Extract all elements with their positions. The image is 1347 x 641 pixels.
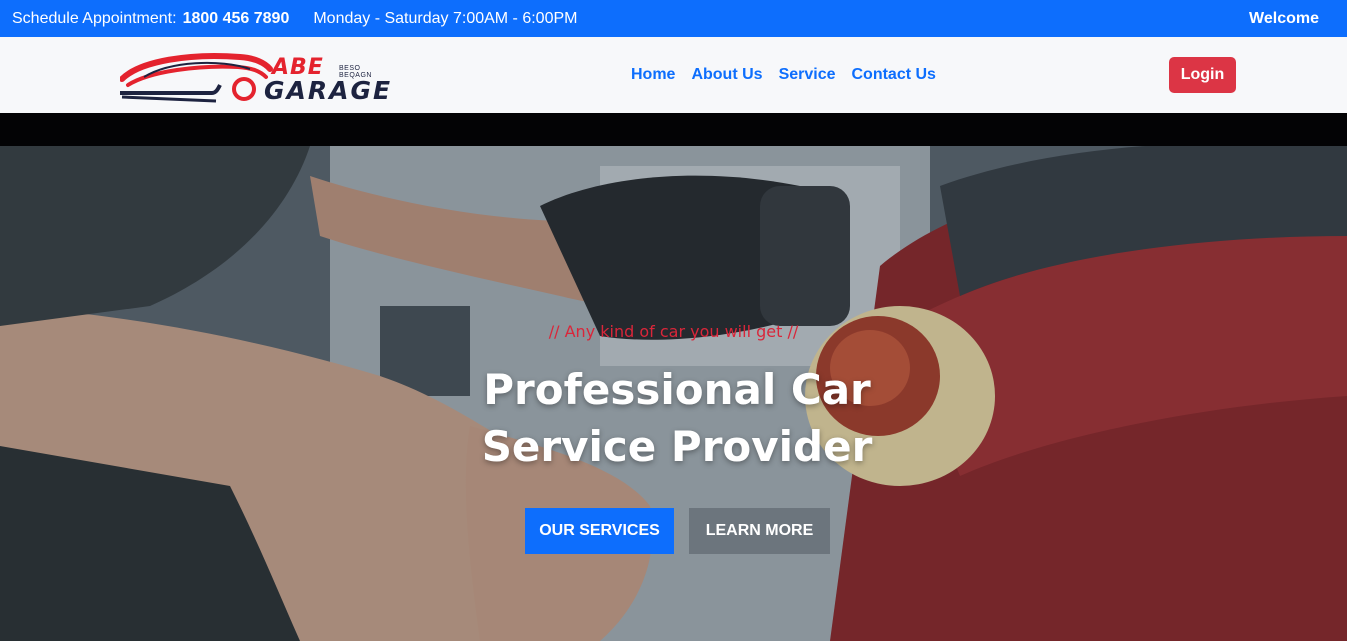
site-logo[interactable]: ABE BESO BEQAGN GARAGE xyxy=(120,49,395,105)
login-button[interactable]: Login xyxy=(1169,57,1236,93)
phone-number[interactable]: 1800 456 7890 xyxy=(183,10,290,28)
business-hours: Monday - Saturday 7:00AM - 6:00PM xyxy=(313,9,578,27)
video-top-band xyxy=(0,113,1347,146)
nav-link-service[interactable]: Service xyxy=(779,66,836,84)
nav-link-home[interactable]: Home xyxy=(631,66,675,84)
nav-menu: Home About Us Service Contact Us xyxy=(631,37,936,113)
hero-title: Professional Car Service Provider xyxy=(0,361,1347,475)
top-info-bar: Schedule Appointment: 1800 456 7890 Mond… xyxy=(0,0,1347,37)
hero-title-line-2: Service Provider xyxy=(481,422,873,471)
logo-text-garage: GARAGE xyxy=(264,76,393,105)
hero-tagline: // Any kind of car you will get // xyxy=(548,322,799,341)
nav-link-contact[interactable]: Contact Us xyxy=(852,66,936,84)
schedule-label: Schedule Appointment: xyxy=(12,9,177,27)
our-services-button[interactable]: OUR SERVICES xyxy=(525,508,674,554)
hero-banner: // Any kind of car you will get // Profe… xyxy=(0,146,1347,641)
learn-more-button[interactable]: LEARN MORE xyxy=(689,508,830,554)
nav-link-about[interactable]: About Us xyxy=(691,66,762,84)
hero-title-line-1: Professional Car xyxy=(483,365,871,414)
main-navbar: ABE BESO BEQAGN GARAGE Home About Us Ser… xyxy=(0,37,1347,113)
welcome-text: Welcome xyxy=(1249,9,1319,27)
contact-info: Schedule Appointment: 1800 456 7890 Mond… xyxy=(12,0,577,37)
